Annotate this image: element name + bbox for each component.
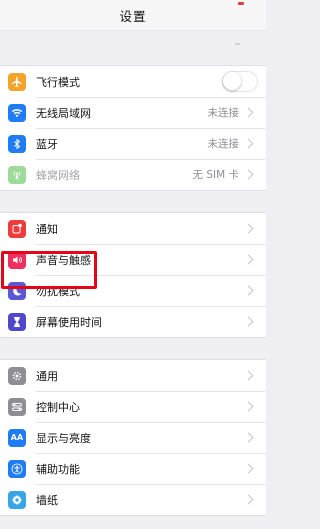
bluetooth-status: 未连接 xyxy=(207,138,240,150)
settings-row-notifications[interactable]: 通知 xyxy=(0,213,266,244)
chevron-right-icon xyxy=(243,316,254,327)
settings-row-sounds-haptics[interactable]: 声音与触感 xyxy=(0,244,266,275)
accessibility-label: 辅助功能 xyxy=(36,462,80,476)
chevron-right-icon xyxy=(243,254,254,265)
chevron-right-icon xyxy=(243,370,254,381)
gear-icon xyxy=(8,366,26,385)
navigation-bar: 设置 xyxy=(0,0,266,31)
chevron-right-icon xyxy=(243,463,254,474)
airplane-mode-label: 飞行模式 xyxy=(36,75,80,89)
settings-row-general[interactable]: 通用 xyxy=(0,360,266,391)
status-dot xyxy=(238,2,244,5)
chevron-right-icon xyxy=(243,494,254,505)
display-brightness-icon: AA xyxy=(8,428,26,447)
settings-row-cellular[interactable]: 蜂窝网络 无 SIM 卡 xyxy=(0,159,266,190)
wallpaper-label: 墙纸 xyxy=(36,493,58,507)
bluetooth-icon xyxy=(8,134,26,153)
bluetooth-label: 蓝牙 xyxy=(36,137,58,151)
wifi-status: 未连接 xyxy=(207,107,240,119)
screen-time-label: 屏幕使用时间 xyxy=(36,315,102,329)
airplane-mode-toggle[interactable] xyxy=(222,71,258,92)
flower-icon xyxy=(8,490,26,509)
moon-icon xyxy=(8,281,26,300)
settings-row-display-brightness[interactable]: AA 显示与亮度 xyxy=(0,422,266,453)
speaker-icon xyxy=(8,250,26,269)
wifi-label: 无线局域网 xyxy=(36,106,91,120)
toggle-knob xyxy=(223,72,241,90)
settings-row-airplane-mode: 飞行模式 xyxy=(0,66,266,97)
chevron-right-icon xyxy=(243,401,254,412)
wifi-icon xyxy=(8,103,26,122)
cellular-label: 蜂窝网络 xyxy=(36,168,80,182)
settings-row-screen-time[interactable]: 屏幕使用时间 xyxy=(0,306,266,337)
notifications-group: 通知 声音与触感 勿扰模式 屏幕使用时间 xyxy=(0,212,266,338)
settings-row-control-center[interactable]: 控制中心 xyxy=(0,391,266,422)
display-brightness-label: 显示与亮度 xyxy=(36,431,91,445)
scroll-indicator xyxy=(235,43,240,45)
chevron-right-icon xyxy=(243,285,254,296)
control-center-label: 控制中心 xyxy=(36,400,80,414)
sounds-haptics-label: 声音与触感 xyxy=(36,253,91,267)
general-group: 通用 控制中心 AA 显示与亮度 辅助功能 墙纸 xyxy=(0,359,266,516)
settings-row-do-not-disturb[interactable]: 勿扰模式 xyxy=(0,275,266,306)
notifications-icon xyxy=(8,219,26,238)
control-center-icon xyxy=(8,397,26,416)
chevron-right-icon xyxy=(243,223,254,234)
settings-row-wifi[interactable]: 无线局域网 未连接 xyxy=(0,97,266,128)
hourglass-icon xyxy=(8,312,26,331)
settings-row-accessibility[interactable]: 辅助功能 xyxy=(0,453,266,484)
airplane-icon xyxy=(8,72,26,91)
chevron-right-icon xyxy=(243,432,254,443)
page-title: 设置 xyxy=(119,8,147,24)
accessibility-icon xyxy=(8,459,26,478)
chevron-right-icon xyxy=(243,169,254,180)
general-label: 通用 xyxy=(36,369,58,383)
settings-row-wallpaper[interactable]: 墙纸 xyxy=(0,484,266,515)
chevron-right-icon xyxy=(243,138,254,149)
search-strip xyxy=(0,31,266,65)
connectivity-group: 飞行模式 无线局域网 未连接 蓝牙 未连接 蜂窝网络 无 SIM 卡 xyxy=(0,65,266,191)
do-not-disturb-label: 勿扰模式 xyxy=(36,284,80,298)
settings-row-bluetooth[interactable]: 蓝牙 未连接 xyxy=(0,128,266,159)
cellular-antenna-icon xyxy=(8,165,26,184)
cellular-status: 无 SIM 卡 xyxy=(192,169,240,181)
notifications-label: 通知 xyxy=(36,222,58,236)
chevron-right-icon xyxy=(243,107,254,118)
